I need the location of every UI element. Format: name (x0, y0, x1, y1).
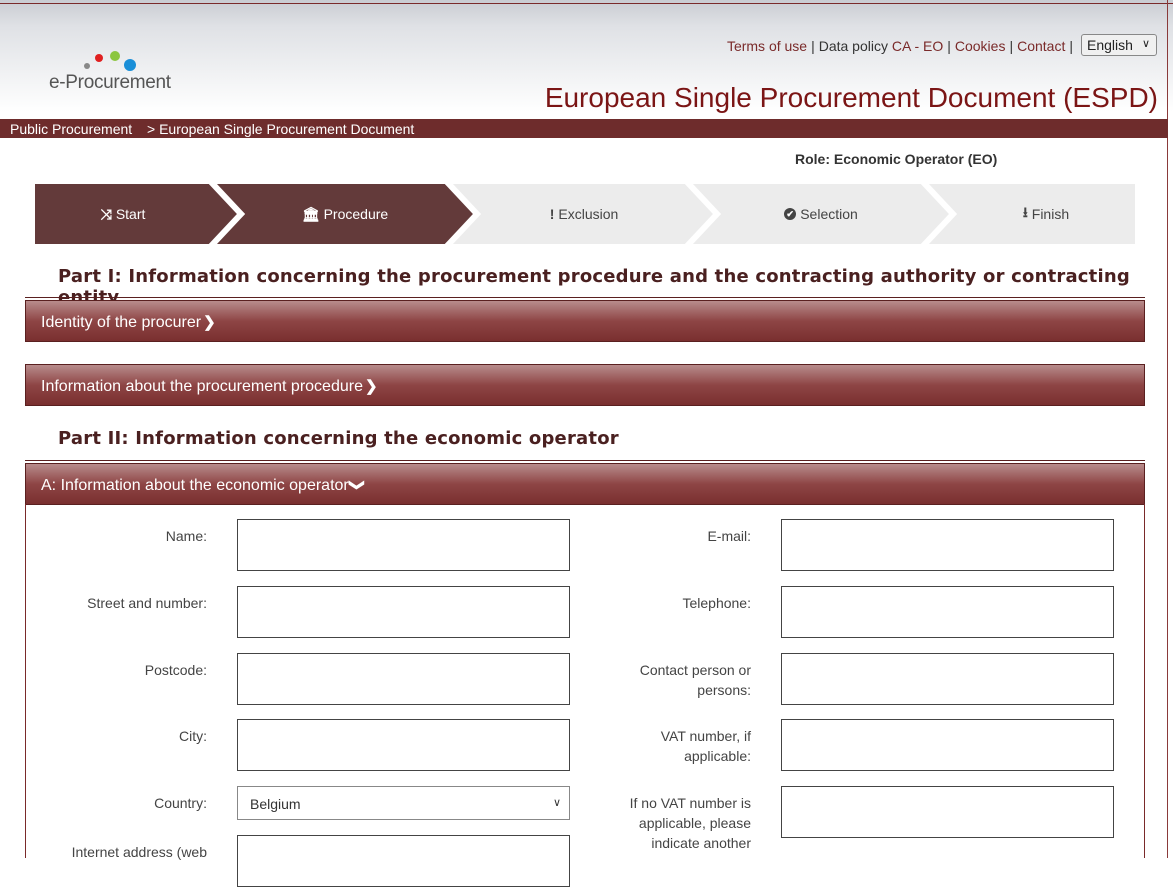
separator: | (1069, 38, 1073, 54)
name-label: Name: (165, 528, 207, 544)
no-vat-label-line: indicate another (651, 835, 751, 851)
app-title: European Single Procurement Document (ES… (544, 82, 1158, 113)
vat-number-input[interactable] (781, 719, 1114, 771)
street-input[interactable] (237, 586, 570, 638)
street-label: Street and number: (87, 595, 207, 611)
step-wizard: ⤨ Start 🏛︎ Procedure ! Exclusion ✔ Selection… (35, 184, 1135, 244)
eo-info-panel-header[interactable]: A: Information about the economic operat… (25, 463, 1145, 505)
header-top-line (0, 3, 1173, 4)
terms-of-use-link[interactable]: Terms of use (727, 38, 807, 54)
internet-address-input[interactable] (237, 835, 570, 887)
part-2-title: Part II: Information concerning the econ… (58, 428, 619, 449)
separator: | (811, 38, 815, 54)
postcode-label: Postcode: (144, 662, 207, 678)
download-icon: ⭳ (1022, 204, 1028, 220)
contact-person-label: Contact person or persons: (600, 660, 751, 700)
exclamation-icon: ! (549, 206, 555, 222)
telephone-label: Telephone: (682, 595, 751, 611)
breadcrumb-home-link[interactable]: Public Procurement (10, 121, 132, 137)
logo-dot-icon (110, 51, 120, 61)
city-label: City: (179, 728, 207, 744)
country-select[interactable]: Belgium ∨ (237, 786, 570, 820)
separator: | (1009, 38, 1014, 54)
chevron-right-icon: ❯ (203, 314, 216, 331)
no-vat-label-line: If no VAT number is (629, 795, 751, 811)
step-start-label: Start (115, 206, 146, 222)
internet-address-label: Internet address (web (71, 844, 207, 860)
cookies-link[interactable]: Cookies (955, 38, 1006, 54)
procedure-panel-label: Information about the procurement proced… (41, 378, 363, 395)
step-exclusion-label: Exclusion (558, 206, 619, 222)
step-selection[interactable]: ✔ Selection (721, 184, 921, 244)
email-input[interactable] (781, 519, 1114, 571)
logo-dot-icon (95, 54, 103, 62)
step-finish[interactable]: ⭳ Finish (957, 184, 1135, 244)
email-label: E-mail: (707, 528, 751, 544)
eo-info-panel-label: A: Information about the economic operat… (41, 477, 349, 494)
identity-panel-label: Identity of the procurer (41, 314, 202, 331)
data-policy-link[interactable]: Data policy (819, 38, 892, 54)
contact-person-label-line: persons: (697, 682, 751, 698)
role-label: Role: Economic Operator (EO) (795, 151, 998, 167)
separator: | (947, 38, 951, 54)
telephone-input[interactable] (781, 586, 1114, 638)
breadcrumb-current: > European Single Procurement Document (147, 121, 415, 137)
breadcrumb: Public Procurement > European Single Pro… (0, 119, 1168, 138)
top-links: Terms of use | Data policy CA - EO | Cookies… (727, 38, 1077, 54)
logo-dot-icon (124, 59, 136, 71)
chevron-down-icon: ❯ (348, 478, 366, 492)
vat-number-label-line: applicable: (684, 748, 751, 764)
data-policy-link-label: Data policy (818, 38, 892, 54)
identity-panel-header[interactable]: Identity of the procurer ❯ (25, 300, 1145, 342)
step-procedure-label: Procedure (323, 206, 389, 222)
postcode-input[interactable] (237, 653, 570, 705)
data-policy-ca-eo-link[interactable]: CA - EO (892, 38, 943, 54)
step-finish-label: Finish (1031, 206, 1070, 222)
no-vat-label: If no VAT number is applicable, please i… (600, 793, 751, 853)
vat-number-label-line: VAT number, if (660, 728, 751, 744)
shuffle-icon: ⤨ (100, 205, 112, 222)
bank-icon: 🏛︎ (301, 205, 320, 222)
step-procedure[interactable]: 🏛︎ Procedure (245, 184, 445, 244)
other-national-id-input[interactable] (781, 786, 1114, 838)
step-start[interactable]: ⤨ Start (35, 184, 211, 244)
chevron-right-icon: ❯ (364, 378, 378, 395)
name-input[interactable] (237, 519, 570, 571)
step-exclusion[interactable]: ! Exclusion (481, 184, 687, 244)
contact-person-label-line: Contact person or (639, 662, 751, 678)
chevron-down-icon: ∨ (552, 797, 561, 809)
country-value: Belgium (250, 796, 301, 812)
check-circle-icon: ✔ (784, 208, 797, 220)
chevron-down-icon: ∨ (1141, 38, 1150, 50)
logo-text: e-Procurement (49, 72, 171, 93)
language-value: English (1087, 37, 1133, 53)
city-input[interactable] (237, 719, 570, 771)
no-vat-label-line: applicable, please (638, 815, 751, 831)
contact-person-input[interactable] (781, 653, 1114, 705)
step-selection-label: Selection (800, 206, 858, 222)
vat-number-label: VAT number, if applicable: (600, 726, 751, 766)
procedure-panel-header[interactable]: Information about the procurement proced… (25, 364, 1145, 406)
language-select[interactable]: English ∨ (1081, 34, 1157, 56)
logo-dot-icon (84, 63, 90, 69)
contact-link[interactable]: Contact (1017, 38, 1065, 54)
country-label: Country: (154, 795, 207, 811)
